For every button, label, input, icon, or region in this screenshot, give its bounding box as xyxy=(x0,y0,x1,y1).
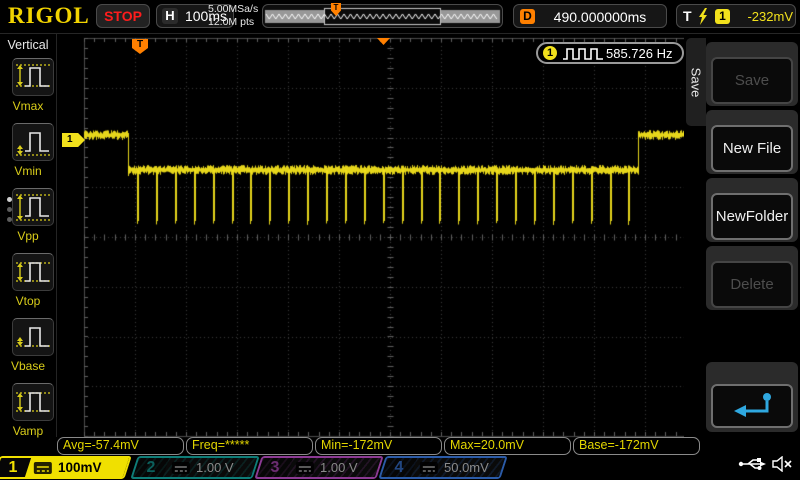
menu-item-label: Vtop xyxy=(15,294,41,308)
left-menu-title: Vertical xyxy=(7,38,49,52)
trigger-slope-icon xyxy=(697,8,709,30)
header-bar: RIGOL STOP H 100ms 5.00MSa/s 12.0M pts T… xyxy=(0,0,800,34)
menu-item-vbase[interactable]: Vbase xyxy=(0,318,56,380)
menu-item-label: Vpp xyxy=(17,229,39,243)
menu-tab-save: Save xyxy=(686,38,706,126)
channel4-number: 4 xyxy=(394,459,404,476)
save-button[interactable]: Save xyxy=(711,57,793,104)
menu-tab-label: Save xyxy=(688,67,704,98)
left-measure-menu: Vertical Vmax Vmin Vpp Vtop Vbase Vamp xyxy=(0,34,57,438)
channel-status-bar: 1 100mV 2 1.00 V 3 1.00 V 4 50.0mV xyxy=(0,456,800,480)
new-file-button[interactable]: New File xyxy=(711,125,793,172)
trigger-box[interactable]: T 1 -232mV xyxy=(676,4,796,28)
menu-item-label: Vmax xyxy=(12,99,44,113)
speaker-muted-icon xyxy=(772,455,794,477)
sample-rate: 5.00MSa/s xyxy=(208,3,259,15)
channel4-scale: 50.0mV xyxy=(444,460,489,475)
vbase-icon xyxy=(12,318,54,356)
measurement-bar: Avg=-57.4mV Freq=***** Min=-172mV Max=20… xyxy=(57,437,700,455)
run-stop-status[interactable]: STOP xyxy=(96,4,150,28)
channel2-scale: 1.00 V xyxy=(196,460,234,475)
vamp-icon xyxy=(12,383,54,421)
channel2-number: 2 xyxy=(146,459,156,476)
system-status-icons xyxy=(738,455,798,477)
rigol-logo: RIGOL xyxy=(8,3,90,28)
coupling-dc-icon xyxy=(296,461,314,474)
memory-position-bar[interactable]: T xyxy=(262,3,503,28)
delay-label: D xyxy=(520,9,535,24)
counter-channel-badge: 1 xyxy=(543,46,557,60)
measurement-max[interactable]: Max=20.0mV xyxy=(444,437,571,455)
memory-depth: 12.0M pts xyxy=(208,16,255,28)
delay-box[interactable]: D 490.000000ms xyxy=(513,4,667,28)
square-wave-icon xyxy=(562,47,604,65)
channel2-box[interactable]: 2 1.00 V xyxy=(130,456,260,479)
menu-page-dot xyxy=(7,217,12,222)
menu-item-vmax[interactable]: Vmax xyxy=(0,58,56,120)
usb-icon xyxy=(738,457,766,476)
oscilloscope-screen: RIGOL STOP H 100ms 5.00MSa/s 12.0M pts T… xyxy=(0,0,800,480)
horizontal-label: H xyxy=(162,8,178,24)
menu-item-vamp[interactable]: Vamp xyxy=(0,383,56,445)
measurement-freq[interactable]: Freq=***** xyxy=(186,437,313,455)
coupling-dc-icon xyxy=(34,461,52,474)
menu-item-vtop[interactable]: Vtop xyxy=(0,253,56,315)
channel3-number: 3 xyxy=(270,459,280,476)
channel1-box[interactable]: 1 100mV xyxy=(0,456,132,479)
measurement-min[interactable]: Min=-172mV xyxy=(315,437,442,455)
memory-waveform-thumbnail xyxy=(263,5,502,27)
vmax-icon xyxy=(12,58,54,96)
menu-item-label: Vamp xyxy=(12,424,44,438)
new-folder-button[interactable]: NewFolder xyxy=(711,193,793,240)
vmin-icon xyxy=(12,123,54,161)
menu-item-label: Vbase xyxy=(10,359,46,373)
coupling-dc-icon xyxy=(172,461,190,474)
frequency-counter: 1 585.726 Hz xyxy=(536,42,684,64)
coupling-dc-icon xyxy=(420,461,438,474)
menu-page-dot xyxy=(7,207,12,212)
vpp-icon xyxy=(12,188,54,226)
menu-item-vmin[interactable]: Vmin xyxy=(0,123,56,185)
channel1-number: 1 xyxy=(8,459,18,476)
right-softkey-menu: Save Save New File NewFolder Delete xyxy=(684,34,800,437)
back-button[interactable] xyxy=(711,384,793,428)
vtop-icon xyxy=(12,253,54,291)
measurement-avg[interactable]: Avg=-57.4mV xyxy=(57,437,184,455)
trigger-label: T xyxy=(683,8,692,24)
channel3-scale: 1.00 V xyxy=(320,460,358,475)
channel3-box[interactable]: 3 1.00 V xyxy=(254,456,384,479)
menu-item-label: Vmin xyxy=(14,164,42,178)
delay-value: 490.000000ms xyxy=(553,9,647,25)
delete-button[interactable]: Delete xyxy=(711,261,793,308)
channel4-box[interactable]: 4 50.0mV xyxy=(378,456,508,479)
waveform-display[interactable] xyxy=(0,0,800,480)
channel1-scale: 100mV xyxy=(58,460,102,475)
return-arrow-icon xyxy=(729,391,775,421)
trigger-level-value: -232mV xyxy=(747,9,793,24)
measurement-base[interactable]: Base=-172mV xyxy=(573,437,700,455)
menu-page-dot-active xyxy=(7,197,12,202)
acquisition-info: 5.00MSa/s 12.0M pts xyxy=(208,3,258,29)
frequency-value: 585.726 Hz xyxy=(606,46,673,61)
trigger-source-badge: 1 xyxy=(715,9,730,24)
